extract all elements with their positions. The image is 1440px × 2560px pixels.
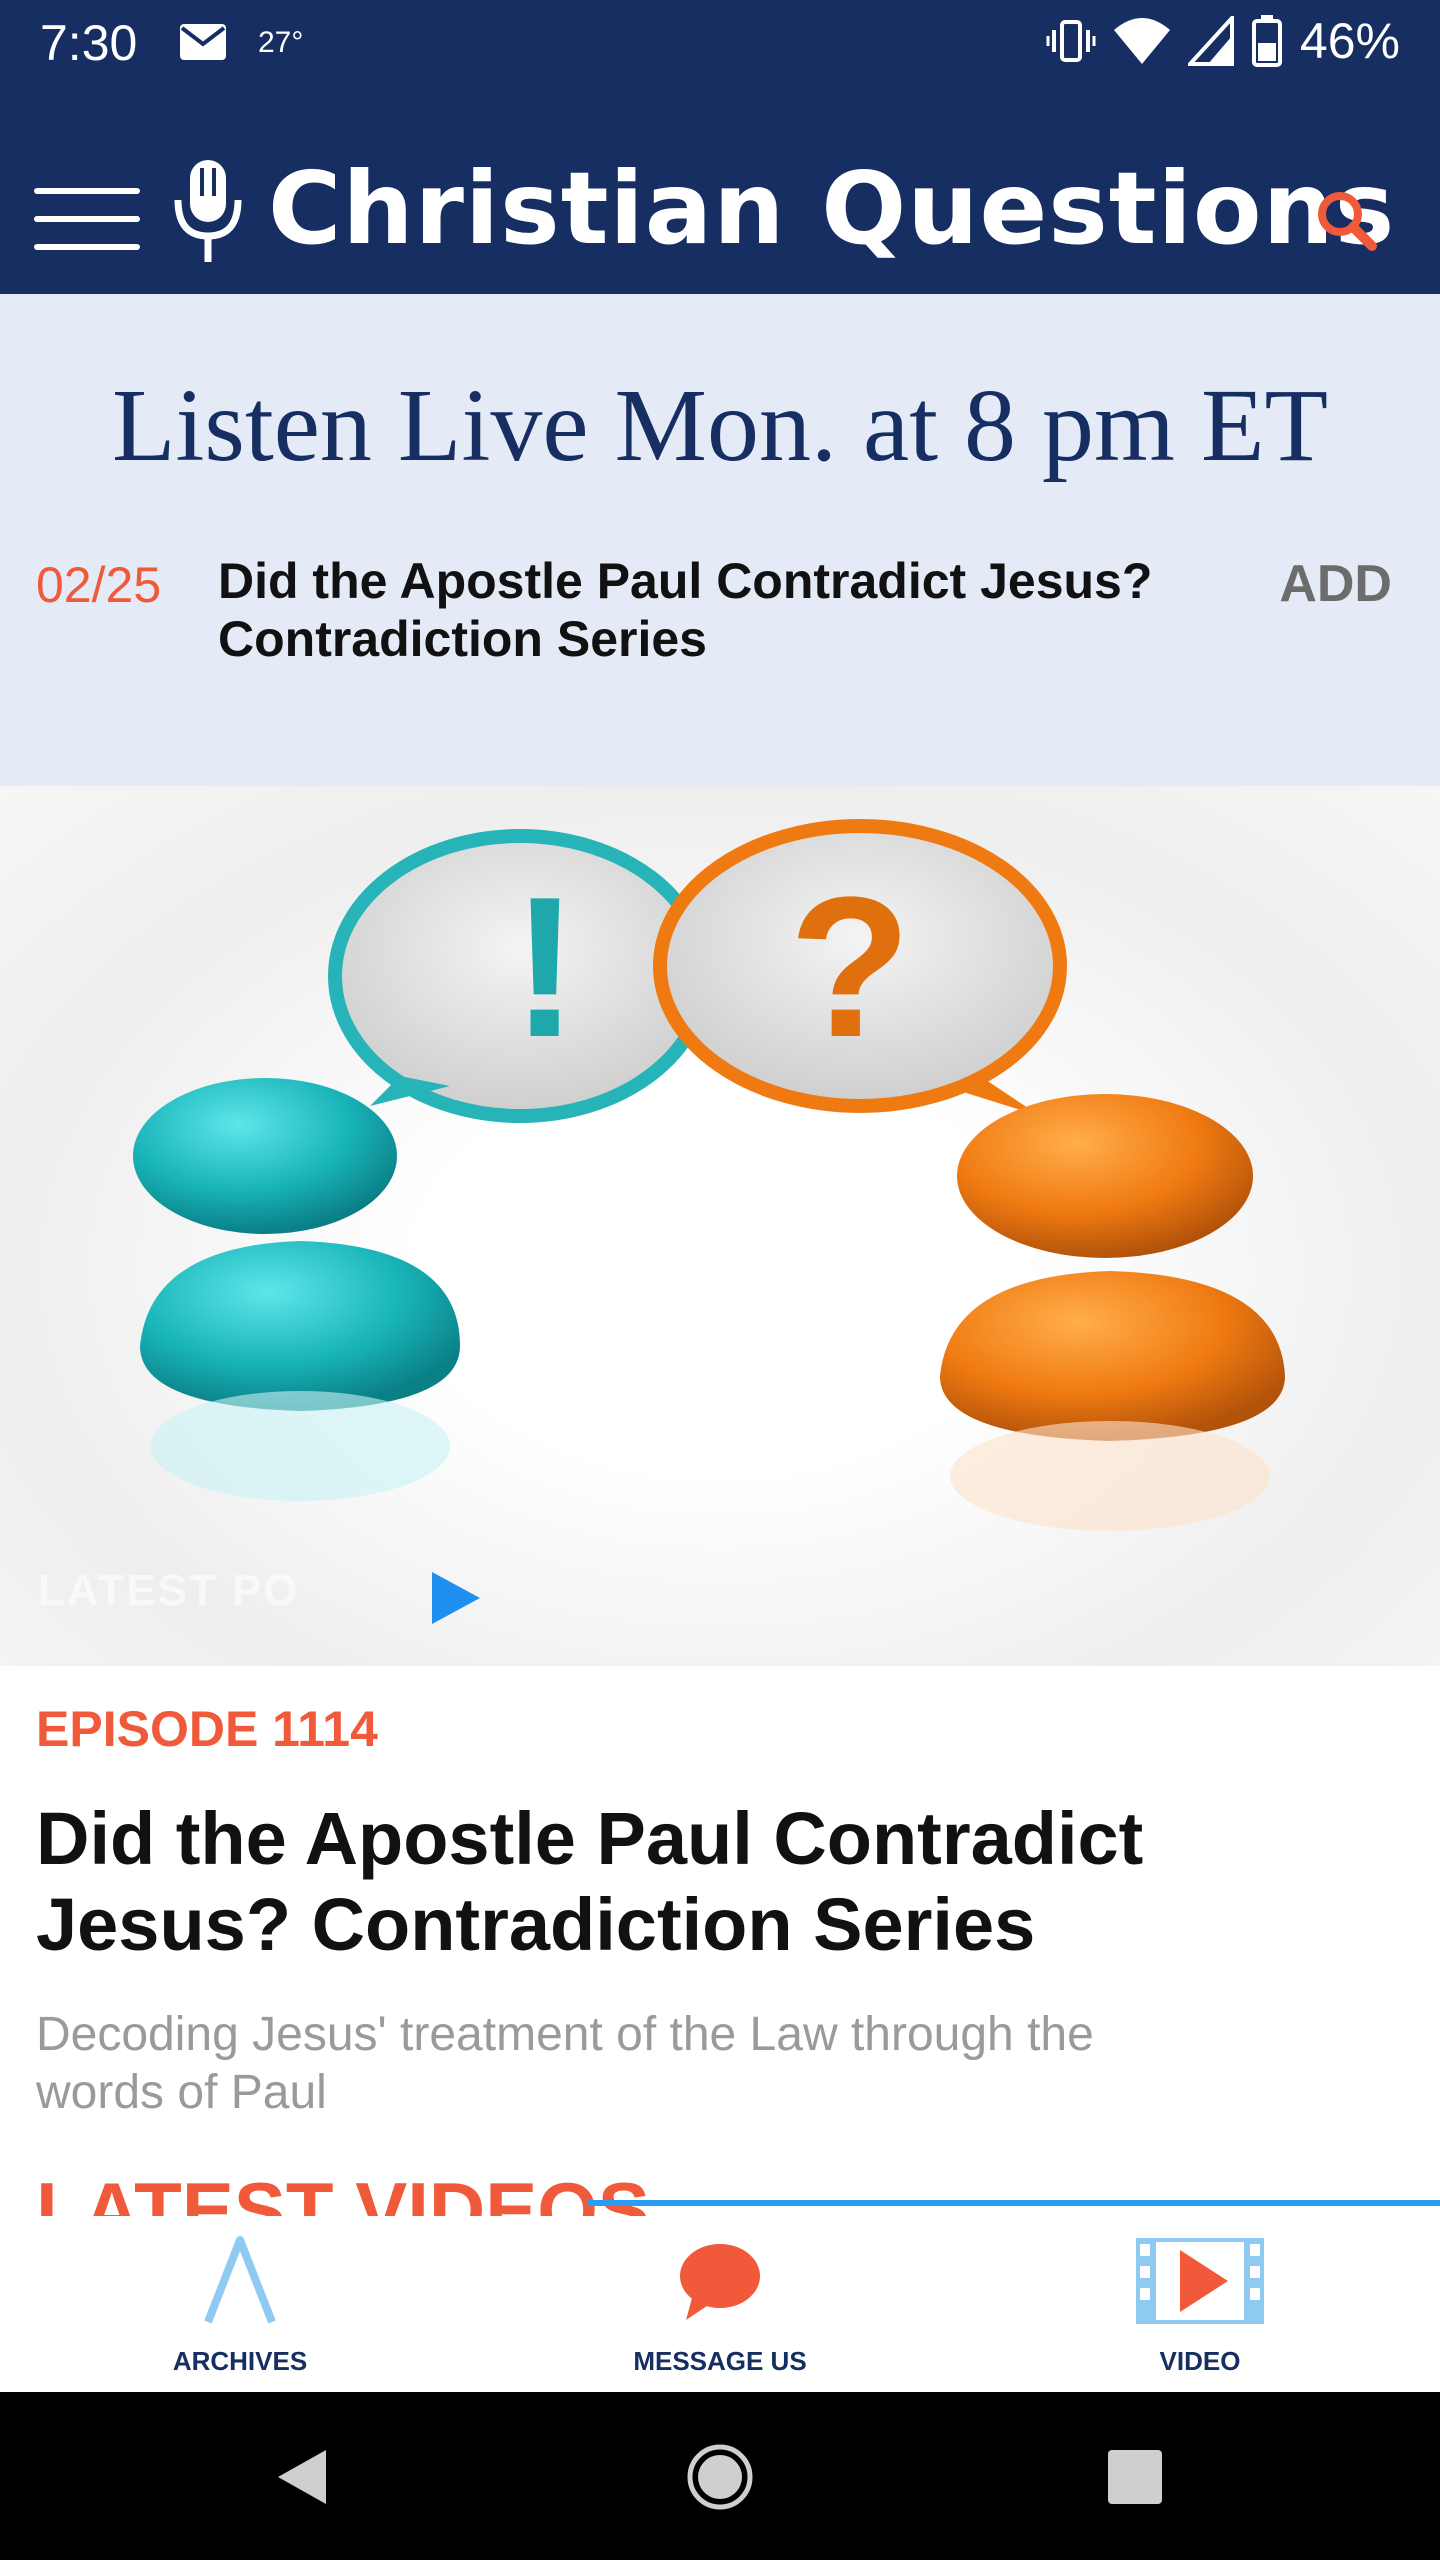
hero-illustration: ! ? xyxy=(133,819,1285,1531)
status-temperature: 27° xyxy=(258,26,304,59)
bottom-tab-bar: ARCHIVES MESSAGE US VIDEO xyxy=(0,2216,1440,2392)
tab-archives-label: ARCHIVES xyxy=(172,2346,308,2376)
episode-title[interactable]: Did the Apostle Paul Contradict Jesus? C… xyxy=(36,1796,1376,1968)
tab-archives[interactable]: ARCHIVES xyxy=(80,2216,400,2392)
archives-icon xyxy=(204,2236,276,2324)
tab-message-us[interactable]: MESSAGE US xyxy=(560,2216,880,2392)
hamburger-menu-icon[interactable] xyxy=(34,188,140,250)
listen-live-heading: Listen Live Mon. at 8 pm ET xyxy=(111,368,1328,483)
microphone-icon xyxy=(174,160,242,262)
mail-icon xyxy=(180,24,226,60)
svg-text:!: ! xyxy=(512,856,579,1079)
wifi-icon xyxy=(1113,18,1170,64)
status-icons: 46% xyxy=(1046,12,1400,70)
app-header: Christian Questions xyxy=(0,84,1440,294)
video-film-icon xyxy=(1136,2238,1264,2324)
live-episode-title[interactable]: Did the Apostle Paul Contradict Jesus? C… xyxy=(218,552,1218,668)
chat-bubble-icon xyxy=(680,2244,760,2320)
battery-percent: 46% xyxy=(1299,13,1400,69)
episode-hero-image[interactable]: ! ? LATEST PO xyxy=(0,786,1440,1666)
add-button[interactable]: ADD xyxy=(1279,554,1392,614)
episode-number: EPISODE 1114 xyxy=(36,1701,378,1757)
section-divider xyxy=(588,2200,1440,2206)
hero-overlay-label: LATEST PO xyxy=(38,1566,300,1615)
vibrate-icon xyxy=(1046,20,1096,62)
home-icon[interactable] xyxy=(685,2442,755,2512)
signal-icon xyxy=(1187,16,1234,66)
tab-video[interactable]: VIDEO xyxy=(1040,2216,1360,2392)
listen-live-banner: Listen Live Mon. at 8 pm ET 02/25 Did th… xyxy=(0,294,1440,786)
svg-text:?: ? xyxy=(789,856,911,1079)
battery-icon xyxy=(1251,15,1282,67)
live-episode-date: 02/25 xyxy=(36,557,162,613)
episode-description: Decoding Jesus' treatment of the Law thr… xyxy=(36,2008,1094,2119)
back-icon[interactable] xyxy=(270,2442,340,2512)
system-nav-bar xyxy=(0,2392,1440,2560)
status-bar: 7:30 27° 46% xyxy=(0,0,1440,84)
play-icon[interactable] xyxy=(428,1570,484,1626)
status-time: 7:30 xyxy=(40,15,138,71)
tab-video-label: VIDEO xyxy=(1159,2346,1241,2376)
app-title: Christian Questions xyxy=(268,150,1396,267)
latest-videos-heading: LATEST VIDEOS xyxy=(36,2166,650,2216)
tab-message-us-label: MESSAGE US xyxy=(633,2346,807,2376)
recents-icon[interactable] xyxy=(1100,2442,1170,2512)
search-icon[interactable] xyxy=(1310,184,1382,256)
